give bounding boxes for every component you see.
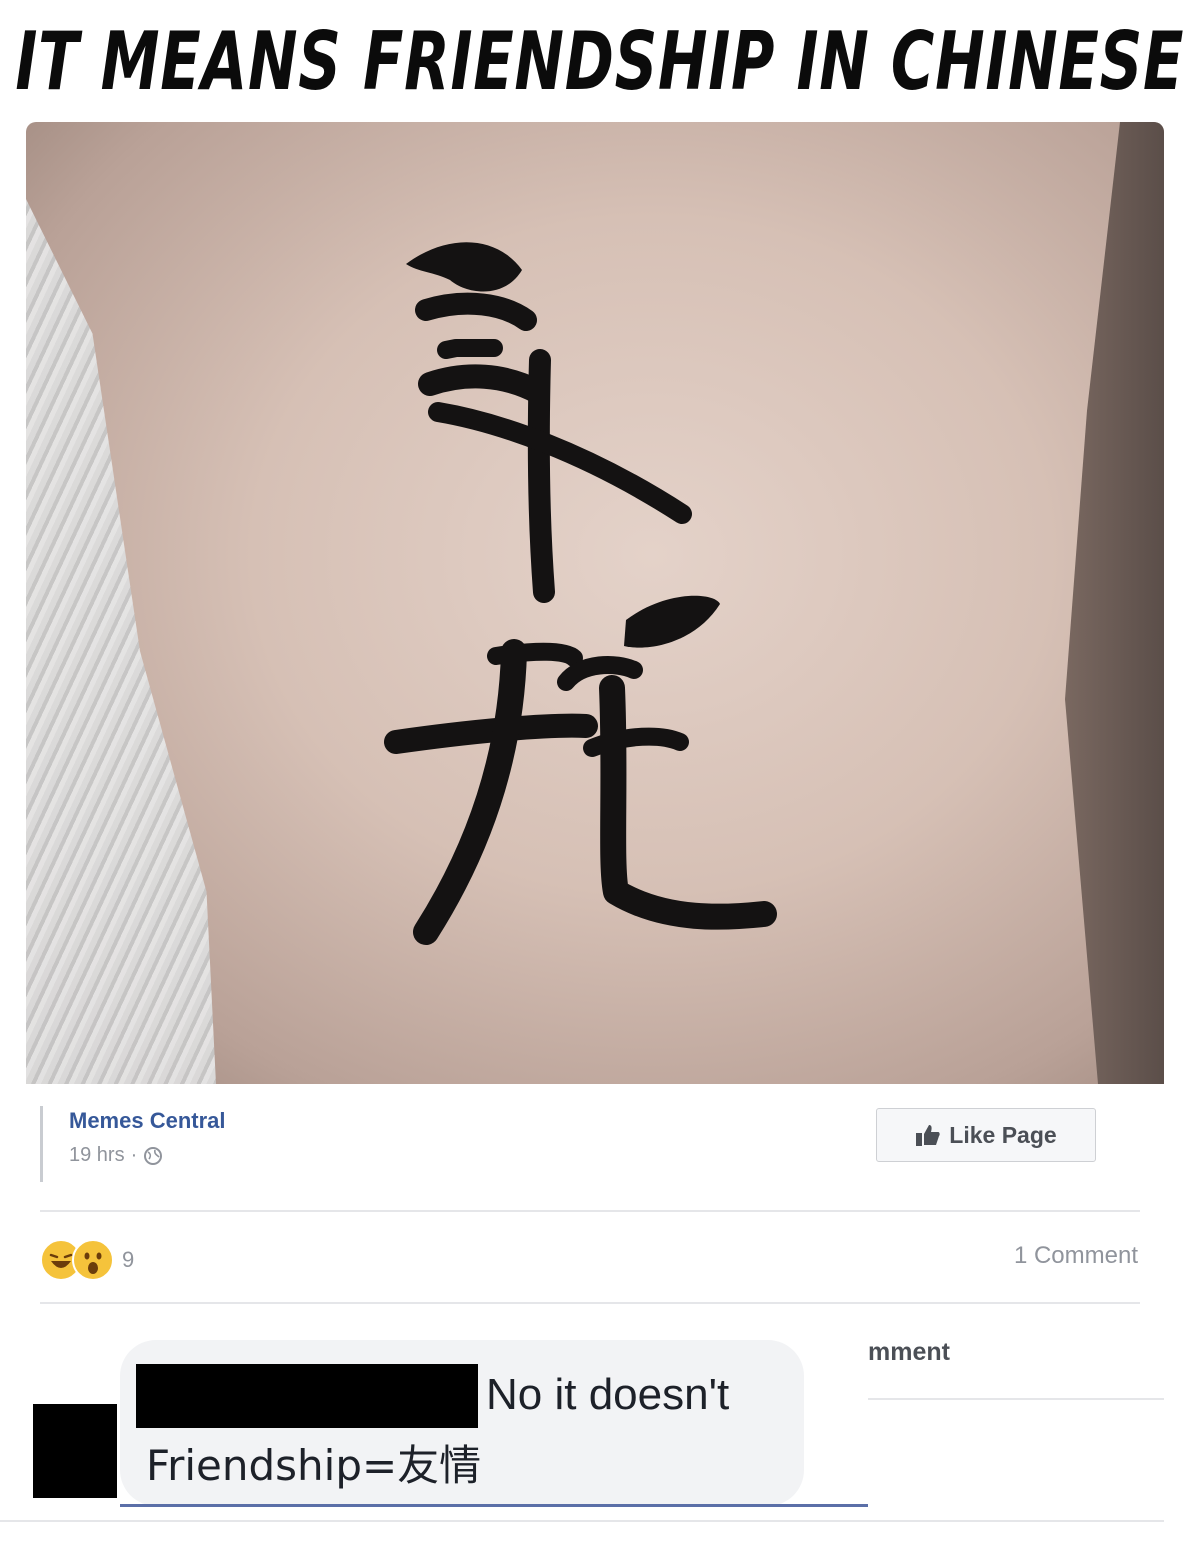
commenter-avatar[interactable] [33, 1404, 117, 1498]
divider [40, 1210, 1140, 1212]
reaction-count: 9 [122, 1247, 135, 1272]
redacted-commenter-name [136, 1364, 478, 1428]
comment-count-link[interactable]: 1 Comment [1014, 1242, 1138, 1270]
divider [0, 1520, 1164, 1522]
post-photo[interactable] [26, 122, 1164, 1084]
globe-icon [144, 1146, 163, 1165]
reaction-summary[interactable]: 9 [40, 1238, 134, 1282]
divider [868, 1398, 1164, 1400]
page-name-link[interactable]: Memes Central [69, 1108, 340, 1134]
tattoo-illustration [384, 242, 777, 945]
divider [40, 1302, 1140, 1304]
meme-caption-text: IT MEANS FRIENDSHIP IN CHINESE [15, 14, 1185, 108]
post-header: Memes Central 19 hrs · [40, 1106, 340, 1182]
thumbs-up-icon [916, 1125, 940, 1146]
meta-separator: · [130, 1144, 138, 1166]
post-meta: 19 hrs · [69, 1144, 340, 1167]
like-page-label: Like Page [949, 1121, 1057, 1148]
meme-caption: IT MEANS FRIENDSHIP IN CHINESE [0, 0, 1200, 122]
comment-underline [120, 1504, 868, 1507]
post-time[interactable]: 19 hrs [69, 1144, 125, 1167]
comment-text: No it doesn't [486, 1370, 730, 1419]
comment-action-partial[interactable]: mment [868, 1338, 950, 1367]
wow-reaction-icon [72, 1239, 114, 1281]
like-page-button[interactable]: Like Page [876, 1108, 1096, 1162]
comment-text-line-2: Friendship=友情 [146, 1441, 482, 1490]
